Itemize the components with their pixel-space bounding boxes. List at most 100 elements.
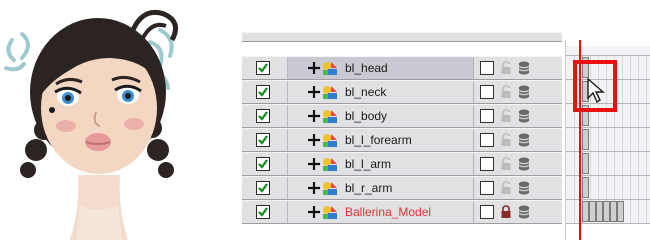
- frame-gridline: [622, 80, 623, 103]
- visibility-cell: [242, 129, 288, 151]
- visibility-checkbox[interactable]: [256, 205, 270, 219]
- frame-gridline: [574, 176, 575, 199]
- frame-gridline: [622, 104, 623, 127]
- lock-icon[interactable]: [500, 61, 512, 75]
- plus-icon[interactable]: [307, 157, 321, 171]
- layer-row[interactable]: bl_body: [242, 104, 562, 128]
- layer-name-cell[interactable]: Ballerina_Model: [288, 201, 474, 223]
- layer-name-cell[interactable]: bl_body: [288, 105, 474, 127]
- checkmark-icon: [258, 183, 268, 193]
- frame-gridline: [630, 80, 631, 103]
- layer-row[interactable]: bl_head: [242, 56, 562, 80]
- color-swatch-box[interactable]: [480, 157, 494, 171]
- frame-gridline: [638, 200, 639, 223]
- frame-gridline: [630, 56, 631, 79]
- frame-gridline: [646, 104, 647, 127]
- database-icon[interactable]: [518, 205, 530, 219]
- mouse-cursor-icon: [587, 78, 605, 104]
- exposure-cell[interactable]: [596, 201, 603, 222]
- database-icon[interactable]: [518, 61, 530, 75]
- visibility-checkbox[interactable]: [256, 61, 270, 75]
- visibility-checkbox[interactable]: [256, 109, 270, 123]
- layer-row[interactable]: bl_r_arm: [242, 176, 562, 200]
- layer-row[interactable]: bl_l_arm: [242, 152, 562, 176]
- exposure-cell[interactable]: [582, 177, 589, 198]
- lock-icon[interactable]: [500, 157, 512, 171]
- plus-icon[interactable]: [307, 133, 321, 147]
- exposure-cell[interactable]: [589, 201, 596, 222]
- plus-icon[interactable]: [307, 109, 321, 123]
- layer-type-icon: [323, 206, 337, 219]
- frame-gridline: [646, 200, 647, 223]
- exposure-cell[interactable]: [582, 201, 589, 222]
- layer-name-cell[interactable]: bl_head: [288, 57, 474, 79]
- frame-gridline: [646, 56, 647, 79]
- frame-gridline: [574, 152, 575, 175]
- plus-icon[interactable]: [307, 181, 321, 195]
- frame-gridline: [622, 176, 623, 199]
- database-icon[interactable]: [518, 133, 530, 147]
- exposure-cell[interactable]: [610, 201, 617, 222]
- frame-gridline: [590, 176, 591, 199]
- database-icon[interactable]: [518, 85, 530, 99]
- database-icon[interactable]: [518, 157, 530, 171]
- visibility-checkbox[interactable]: [256, 181, 270, 195]
- layer-type-icon: [323, 86, 337, 99]
- exposure-cell[interactable]: [582, 153, 589, 174]
- layer-row[interactable]: bl_neck: [242, 80, 562, 104]
- layer-row[interactable]: bl_l_forearm: [242, 128, 562, 152]
- color-swatch-box[interactable]: [480, 205, 494, 219]
- layer-name-cell[interactable]: bl_r_arm: [288, 177, 474, 199]
- exposure-cell[interactable]: [617, 201, 624, 222]
- layer-name-cell[interactable]: bl_l_arm: [288, 153, 474, 175]
- color-swatch-box[interactable]: [480, 85, 494, 99]
- layers-panel: bl_head bl_neck bl_body bl_l_forearm bl_…: [242, 32, 562, 240]
- visibility-checkbox[interactable]: [256, 157, 270, 171]
- plus-icon[interactable]: [307, 205, 321, 219]
- lock-icon[interactable]: [500, 181, 512, 195]
- frame-gridline: [638, 104, 639, 127]
- frame-gridline: [598, 128, 599, 151]
- frame-gridline: [622, 128, 623, 151]
- color-swatch-box[interactable]: [480, 133, 494, 147]
- frame-gridline: [638, 56, 639, 79]
- color-swatch-box[interactable]: [480, 61, 494, 75]
- frame-gridline: [638, 176, 639, 199]
- frame-gridline: [606, 128, 607, 151]
- layer-name-cell[interactable]: bl_l_forearm: [288, 129, 474, 151]
- checkmark-icon: [258, 207, 268, 217]
- exposure-cell[interactable]: [582, 129, 589, 150]
- frame-gridline: [638, 80, 639, 103]
- database-icon[interactable]: [518, 181, 530, 195]
- frame-gridline: [630, 200, 631, 223]
- layer-name-cell[interactable]: bl_neck: [288, 81, 474, 103]
- visibility-checkbox[interactable]: [256, 133, 270, 147]
- layer-row[interactable]: Ballerina_Model: [242, 200, 562, 224]
- exposure-cell[interactable]: [603, 201, 610, 222]
- frame-gridline: [630, 104, 631, 127]
- visibility-checkbox[interactable]: [256, 85, 270, 99]
- database-icon[interactable]: [518, 109, 530, 123]
- checkmark-icon: [258, 111, 268, 121]
- layer-controls: [474, 105, 562, 127]
- layer-name: bl_l_arm: [345, 157, 392, 171]
- frame-gridline: [622, 152, 623, 175]
- color-swatch-box[interactable]: [480, 181, 494, 195]
- lock-icon[interactable]: [500, 85, 512, 99]
- frame-gridline: [638, 128, 639, 151]
- plus-icon[interactable]: [307, 85, 321, 99]
- plus-icon[interactable]: [307, 61, 321, 75]
- layer-controls: [474, 153, 562, 175]
- visibility-cell: [242, 177, 288, 199]
- layer-controls: [474, 129, 562, 151]
- layer-name: bl_l_forearm: [345, 133, 412, 147]
- frame-gridline: [630, 128, 631, 151]
- lock-icon[interactable]: [500, 133, 512, 147]
- lock-icon[interactable]: [500, 109, 512, 123]
- color-swatch-box[interactable]: [480, 109, 494, 123]
- frame-gridline: [646, 80, 647, 103]
- frame-gridline: [614, 128, 615, 151]
- lock-icon[interactable]: [500, 205, 512, 219]
- layer-name: bl_r_arm: [345, 181, 393, 195]
- frame-gridline: [590, 128, 591, 151]
